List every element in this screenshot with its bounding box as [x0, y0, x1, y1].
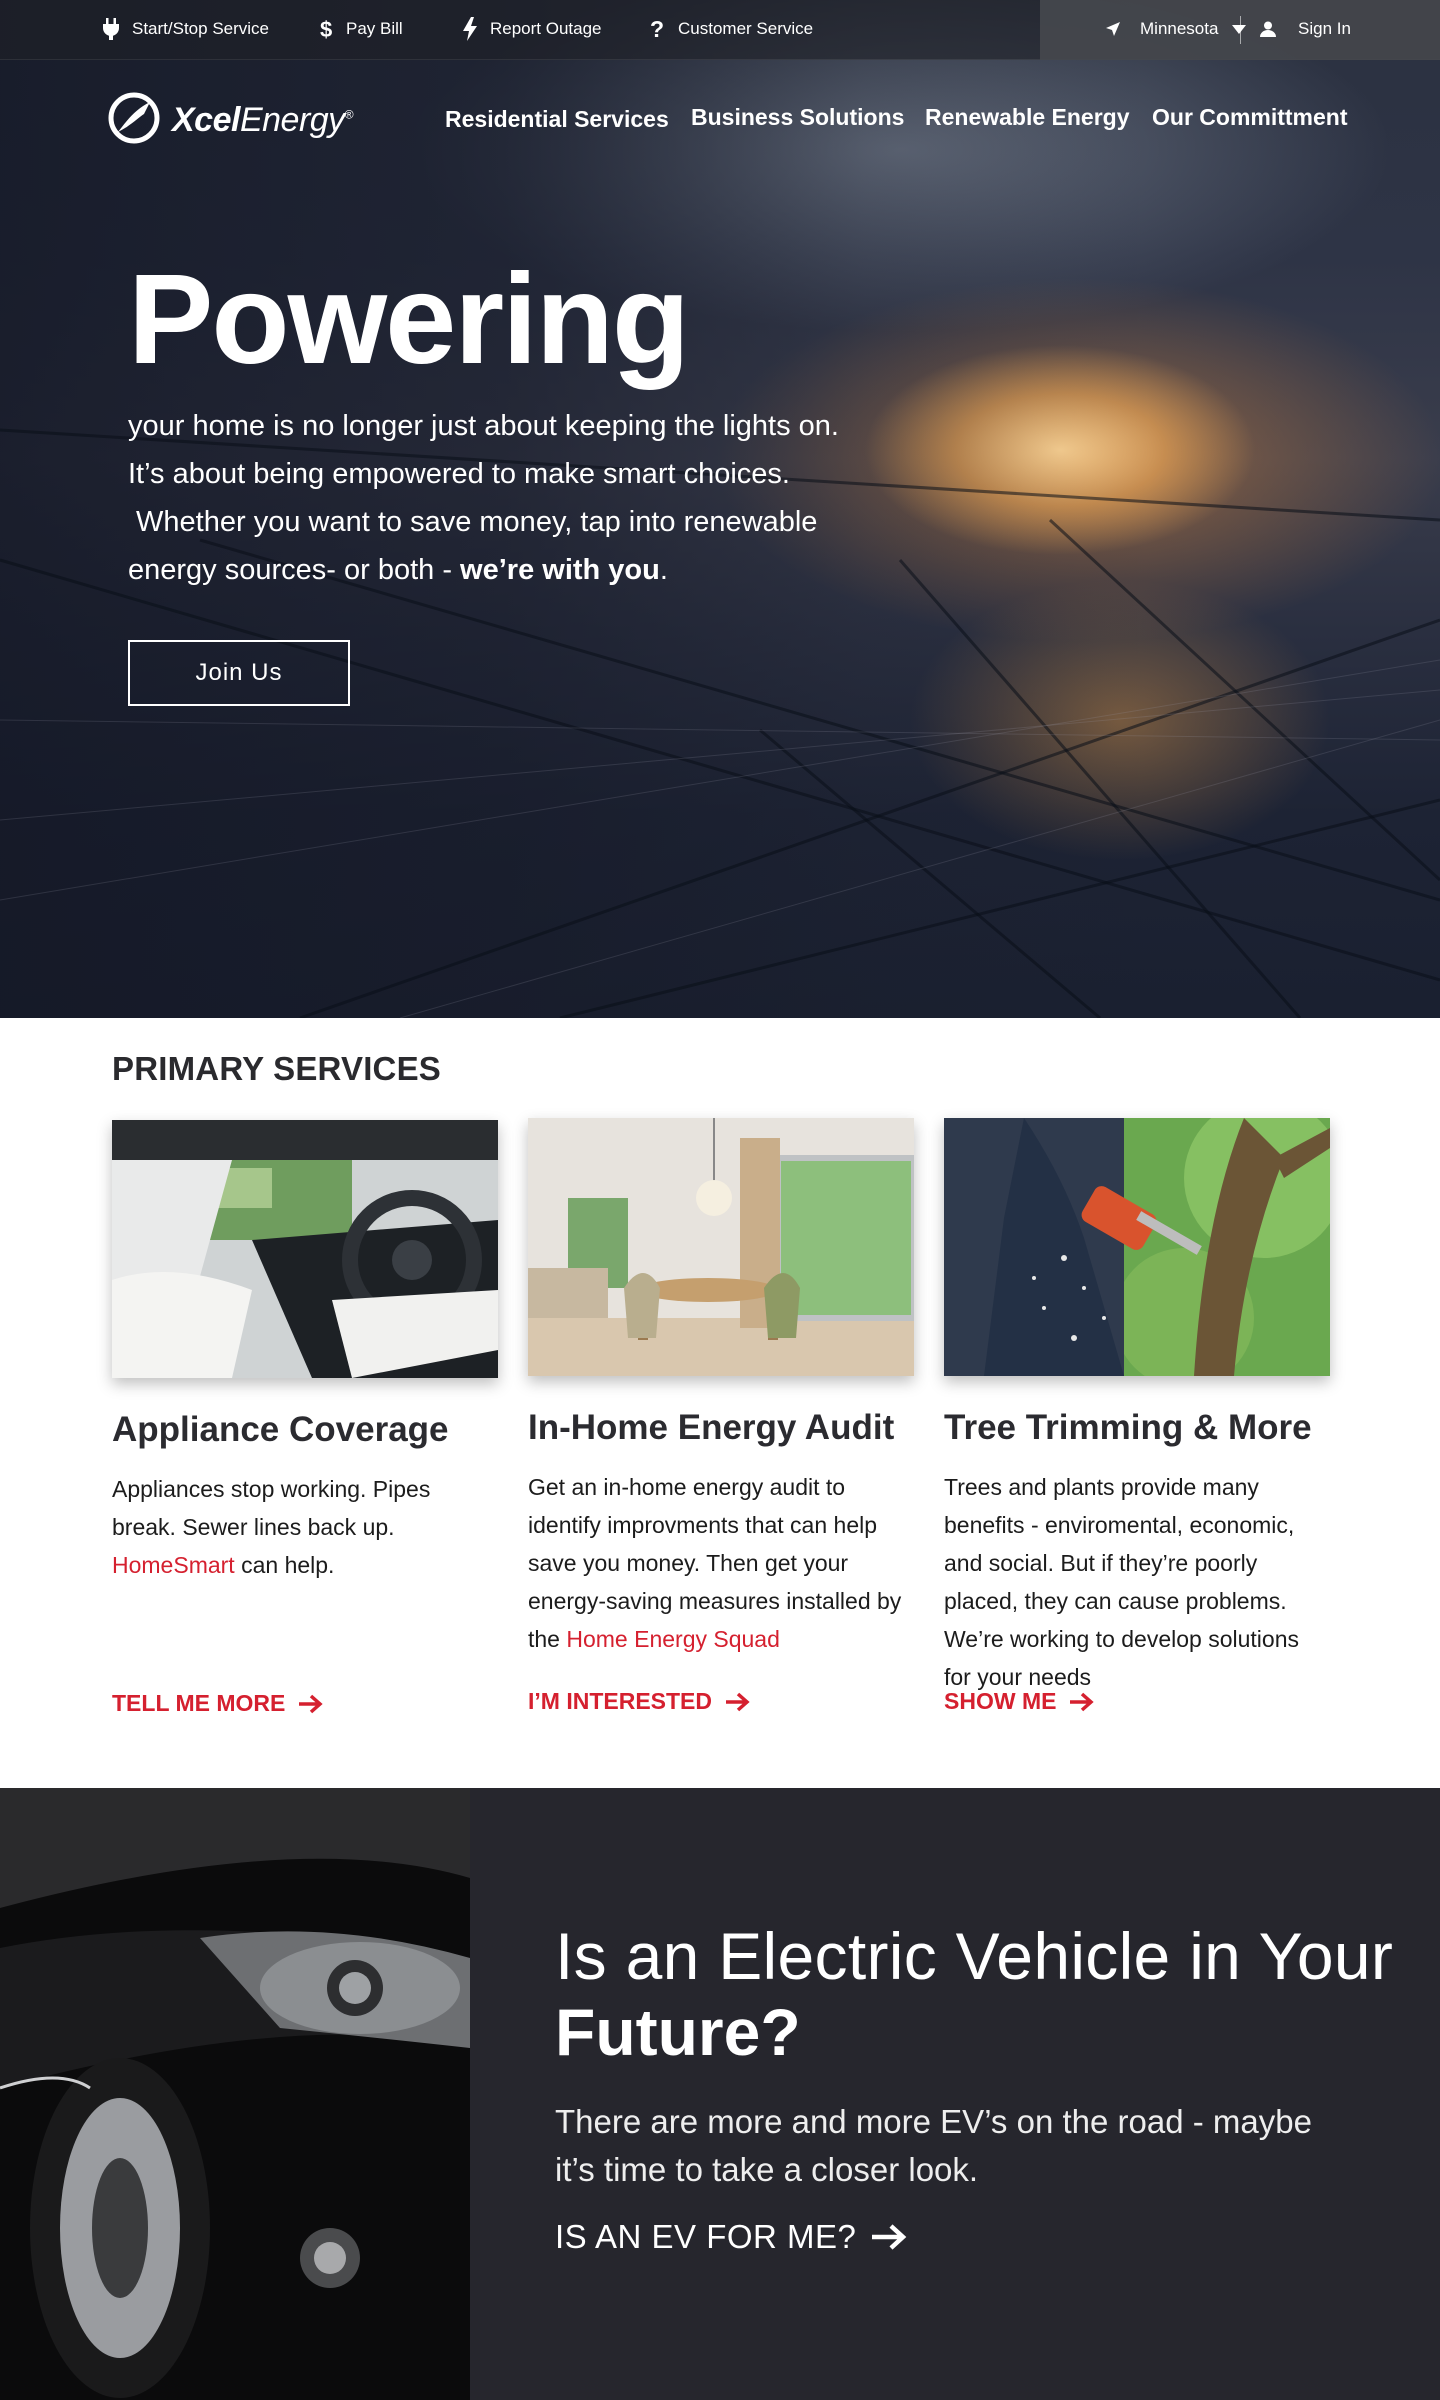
- hero-line-4: energy sources- or both - we’re with you…: [128, 554, 668, 586]
- arrow-right-icon: [872, 2223, 908, 2251]
- hero-description: your home is no longer just about keepin…: [128, 402, 888, 594]
- hero-line-2: It’s about being empowered to make smart…: [128, 458, 790, 490]
- im-interested-link[interactable]: I’M INTERESTED: [528, 1688, 750, 1715]
- utility-divider: [1240, 16, 1241, 44]
- nav-residential-services[interactable]: Residential Services: [445, 106, 669, 133]
- report-outage-link[interactable]: Report Outage: [462, 0, 602, 58]
- nav-renewable-energy[interactable]: Renewable Energy: [925, 104, 1130, 131]
- svg-text:$: $: [320, 17, 332, 41]
- is-ev-for-me-link[interactable]: IS AN EV FOR ME?: [555, 2218, 908, 2256]
- dollar-icon: $: [320, 17, 334, 41]
- svg-text:?: ?: [650, 17, 664, 41]
- hero-title: Powering: [128, 248, 690, 391]
- primary-services-heading: PRIMARY SERVICES: [112, 1050, 442, 1087]
- card-cta-label: SHOW ME: [944, 1688, 1057, 1714]
- plug-icon: [102, 18, 120, 40]
- nav-business-solutions[interactable]: Business Solutions: [691, 104, 904, 131]
- home-energy-squad-link[interactable]: Home Energy Squad: [566, 1626, 780, 1652]
- report-outage-label: Report Outage: [490, 19, 602, 38]
- service-card-energy-audit: In-Home Energy Audit Get an in-home ener…: [528, 1118, 914, 1714]
- dining-room-image: [528, 1118, 914, 1376]
- xcel-energy-logo[interactable]: XcelEnergy®: [108, 92, 354, 149]
- logo-wordmark: XcelEnergy®: [172, 101, 354, 139]
- sign-in-link[interactable]: Sign In: [1260, 0, 1351, 58]
- tree-trimming-image: [944, 1118, 1330, 1376]
- ev-heading-light: Is an Electric Vehicle in Your: [555, 1919, 1394, 1993]
- state-label: Minnesota: [1140, 19, 1219, 38]
- customer-service-label: Customer Service: [678, 19, 814, 38]
- xcel-swoosh-logo: [108, 92, 160, 149]
- card-description: Get an in-home energy audit to identify …: [528, 1474, 902, 1652]
- pay-bill-label: Pay Bill: [346, 19, 403, 38]
- tell-me-more-link[interactable]: TELL ME MORE: [112, 1690, 323, 1717]
- card-cta-label: TELL ME MORE: [112, 1690, 286, 1716]
- card-description: Trees and plants provide many benefits -…: [944, 1474, 1299, 1690]
- start-stop-service-label: Start/Stop Service: [132, 19, 270, 38]
- ev-description: There are more and more EV’s on the road…: [555, 2103, 1312, 2188]
- utility-bar: Start/Stop Service $ Pay Bill Report Out…: [0, 0, 1440, 60]
- ev-heading-bold: Future?: [555, 1995, 801, 2069]
- state-selector[interactable]: Minnesota: [1106, 0, 1258, 58]
- card-title: Tree Trimming & More: [944, 1408, 1312, 1447]
- arrow-right-icon: [299, 1694, 323, 1714]
- card-title: In-Home Energy Audit: [528, 1408, 895, 1447]
- user-icon: [1260, 21, 1276, 37]
- question-icon: ?: [650, 17, 666, 41]
- card-description: Appliances stop working. Pipes break. Se…: [112, 1476, 431, 1578]
- arrow-right-icon: [1070, 1692, 1095, 1712]
- hero-line-1: your home is no longer just about keepin…: [128, 410, 839, 442]
- lightning-icon: [462, 17, 478, 41]
- hero-line-3: Whether you want to save money, tap into…: [128, 506, 818, 538]
- service-card-tree-trimming: Tree Trimming & More Trees and plants pr…: [944, 1118, 1330, 1714]
- join-us-button[interactable]: Join Us: [128, 640, 350, 706]
- card-cta-label: I’M INTERESTED: [528, 1688, 713, 1714]
- pay-bill-link[interactable]: $ Pay Bill: [320, 0, 403, 58]
- show-me-link[interactable]: SHOW ME: [944, 1688, 1095, 1715]
- nav-our-commitment[interactable]: Our Committment: [1152, 104, 1348, 131]
- ev-promo-section: Is an Electric Vehicle in Your Future? T…: [0, 1788, 1440, 2400]
- sign-in-label: Sign In: [1298, 19, 1351, 38]
- black-car-image: [0, 1788, 470, 2400]
- customer-service-link[interactable]: ? Customer Service: [650, 0, 813, 58]
- service-card-appliance: Appliance Coverage Appliances stop worki…: [112, 1120, 498, 1716]
- ev-cta-label: IS AN EV FOR ME?: [555, 2218, 857, 2255]
- homesmart-link[interactable]: HomeSmart: [112, 1552, 235, 1578]
- ev-heading: Is an Electric Vehicle in Your Future?: [555, 1918, 1393, 2070]
- car-interior-image: [112, 1120, 498, 1378]
- location-arrow-icon: [1106, 22, 1120, 36]
- card-title: Appliance Coverage: [112, 1410, 449, 1449]
- start-stop-service-link[interactable]: Start/Stop Service: [102, 0, 269, 58]
- arrow-right-icon: [726, 1692, 750, 1712]
- hero-emphasis: we’re with you: [460, 554, 660, 586]
- hero-banner: Start/Stop Service $ Pay Bill Report Out…: [0, 0, 1440, 1018]
